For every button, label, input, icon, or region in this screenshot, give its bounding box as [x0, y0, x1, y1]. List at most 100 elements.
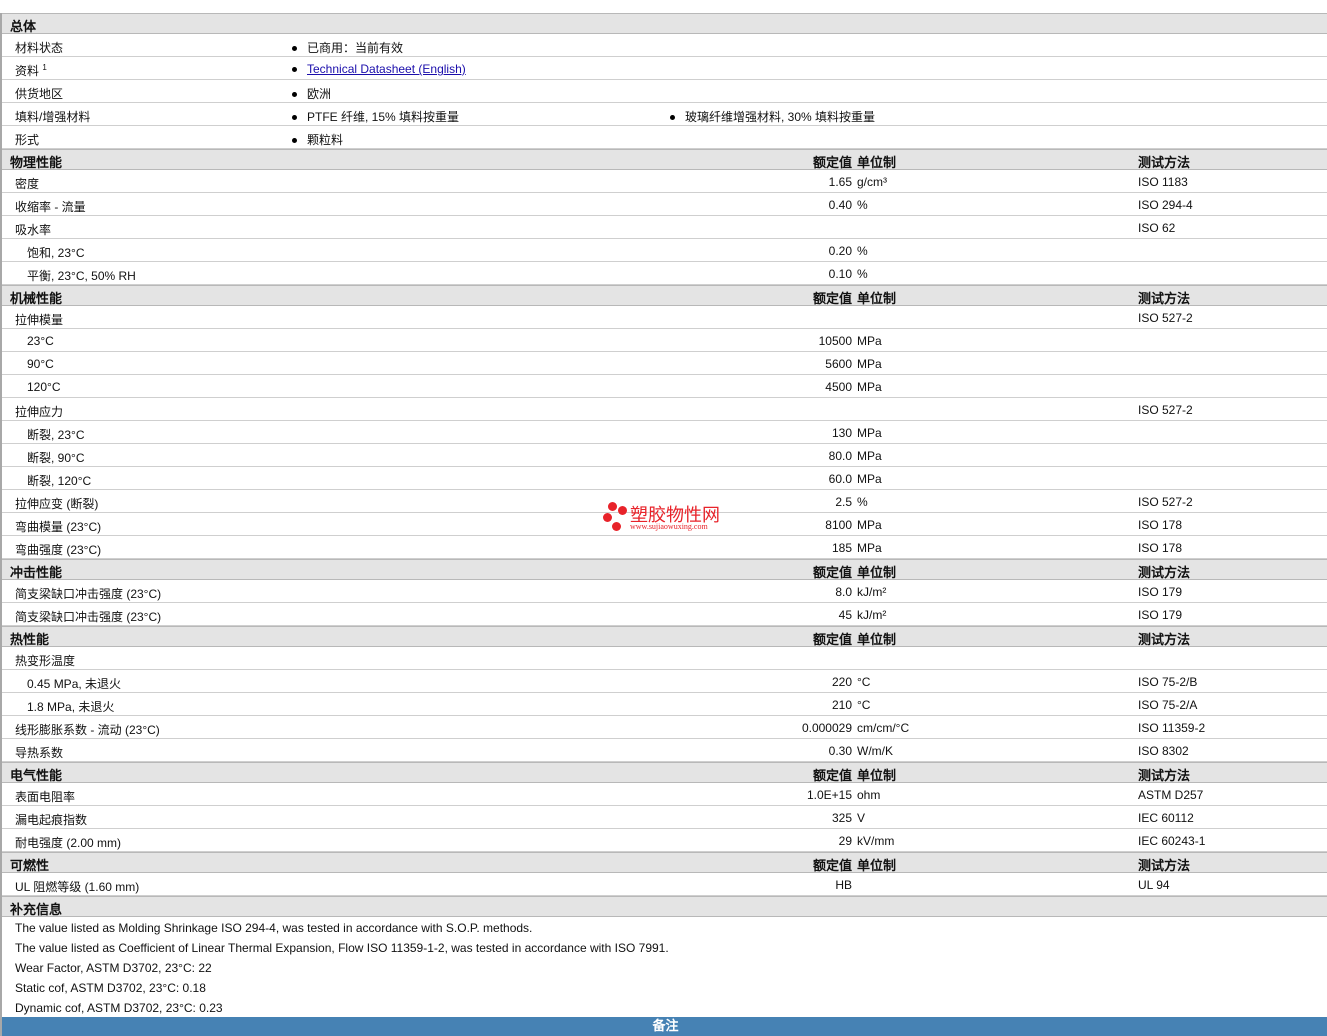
property-unit: MPa	[857, 449, 882, 463]
property-row: 弯曲强度 (23°C) 185 MPa ISO 178	[2, 536, 1327, 559]
method-column-header: 测试方法	[1138, 155, 1191, 170]
property-unit: MPa	[857, 472, 882, 486]
property-label: 断裂, 120°C	[27, 474, 92, 488]
section-header-supplement: 补充信息	[2, 896, 1327, 917]
bullet-item: 颗粒料	[292, 131, 343, 148]
property-value: 2.5	[835, 495, 852, 509]
property-row: 120°C 4500 MPa	[2, 375, 1327, 398]
property-row: 线形膨胀系数 - 流动 (23°C) 0.000029 cm/cm/°C ISO 11…	[2, 716, 1327, 739]
property-label: 断裂, 23°C	[27, 428, 85, 442]
property-label: 耐电强度 (2.00 mm)	[15, 836, 122, 850]
property-row: 拉伸模量 ISO 527-2	[2, 306, 1327, 329]
property-value: 8100	[825, 518, 852, 532]
row-label: 形式	[15, 131, 39, 148]
logo-dot	[612, 522, 621, 531]
value-column-header: 额定值	[812, 768, 852, 783]
general-row: 材料状态 已商用：当前有效	[2, 34, 1327, 57]
property-label: 0.45 MPa, 未退火	[27, 677, 122, 691]
property-unit: MPa	[857, 380, 882, 394]
section-title: 可燃性	[10, 858, 50, 873]
row-label-text: 材料状态	[15, 41, 64, 55]
property-label: 23°C	[27, 334, 54, 348]
property-row: 1.8 MPa, 未退火 210 °C ISO 75-2/A	[2, 693, 1327, 716]
property-label: 简支梁缺口冲击强度 (23°C)	[15, 610, 162, 624]
test-method: ISO 1183	[1138, 175, 1188, 189]
property-label: 饱和, 23°C	[27, 246, 85, 260]
property-unit: MPa	[857, 541, 882, 555]
property-label: 90°C	[27, 357, 54, 371]
property-label: 拉伸应变 (断裂)	[15, 497, 99, 511]
test-method: ISO 75-2/B	[1138, 675, 1198, 689]
datasheet-link[interactable]: Technical Datasheet (English)	[307, 62, 466, 76]
property-unit: kJ/m²	[857, 585, 887, 599]
property-label: 漏电起痕指数	[15, 813, 88, 827]
property-value: 325	[831, 811, 852, 825]
method-column-header: 测试方法	[1138, 565, 1191, 580]
method-column-header: 测试方法	[1138, 768, 1191, 783]
note-text: Dynamic cof, ASTM D3702, 23°C: 0.23	[15, 1001, 223, 1015]
property-unit: %	[857, 198, 868, 212]
property-row: 断裂, 90°C 80.0 MPa	[2, 444, 1327, 467]
section-header: 物理性能 额定值 单位制 测试方法	[2, 149, 1327, 170]
property-row: 热变形温度	[2, 647, 1327, 670]
footnote-marker: 1	[42, 63, 47, 72]
bullet-text: 欧洲	[307, 87, 332, 101]
unit-column-header: 单位制	[857, 858, 897, 873]
property-row: UL 阻燃等级 (1.60 mm) HB UL 94	[2, 873, 1327, 896]
section-title: 补充信息	[10, 902, 63, 917]
property-unit: ohm	[857, 788, 881, 802]
property-value: 220	[831, 675, 852, 689]
bullet-icon	[292, 67, 297, 73]
method-column-header: 测试方法	[1138, 858, 1191, 873]
property-row: 吸水率 ISO 62	[2, 216, 1327, 239]
bullet-item: 欧洲	[292, 85, 331, 102]
test-method: ISO 178	[1138, 541, 1183, 555]
test-method: ISO 178	[1138, 518, 1183, 532]
test-method: IEC 60243-1	[1138, 834, 1206, 848]
property-row: 23°C 10500 MPa	[2, 329, 1327, 352]
property-row: 断裂, 120°C 60.0 MPa	[2, 467, 1327, 490]
bullet-item: 已商用：当前有效	[292, 39, 403, 56]
section-title: 机械性能	[10, 291, 63, 306]
property-value: 10500	[818, 334, 852, 348]
section-header-general: 总体	[2, 13, 1327, 34]
property-unit: MPa	[857, 426, 882, 440]
property-label: 吸水率	[15, 223, 52, 237]
property-unit: W/m/K	[857, 744, 893, 758]
test-method: ISO 11359-2	[1138, 721, 1206, 735]
general-row: 形式 颗粒料	[2, 126, 1327, 149]
row-label-text: 填料/增强材料	[15, 110, 91, 124]
section-header: 电气性能 额定值 单位制 测试方法	[2, 762, 1327, 783]
property-label: 线形膨胀系数 - 流动 (23°C)	[15, 723, 160, 737]
method-column-header: 测试方法	[1138, 632, 1191, 647]
test-method: ISO 527-2	[1138, 495, 1193, 509]
section-title: 电气性能	[10, 768, 63, 783]
property-value: 210	[831, 698, 852, 712]
property-row: 断裂, 23°C 130 MPa	[2, 421, 1327, 444]
property-unit: %	[857, 244, 868, 258]
property-value: 5600	[825, 357, 852, 371]
bullet-icon	[292, 115, 297, 121]
property-label: 平衡, 23°C, 50% RH	[27, 269, 136, 283]
bullet-text: 颗粒料	[307, 133, 344, 147]
property-value: 4500	[825, 380, 852, 394]
property-label: 导热系数	[15, 746, 64, 760]
value-column-header: 额定值	[812, 155, 852, 170]
property-row: 饱和, 23°C 0.20%	[2, 239, 1327, 262]
test-method: ISO 62	[1138, 221, 1176, 235]
property-value: 0.10	[828, 267, 852, 281]
property-label: 热变形温度	[15, 654, 76, 668]
property-unit: V	[857, 811, 866, 825]
property-value: 0.000029	[801, 721, 852, 735]
bullet-text: PTFE 纤维, 15% 填料按重量	[307, 110, 460, 124]
section-title: 总体	[10, 19, 37, 34]
notes-bar[interactable]: 备注	[2, 1017, 1327, 1036]
unit-column-header: 单位制	[857, 155, 897, 170]
test-method: ISO 294-4	[1138, 198, 1193, 212]
supplement-note: Dynamic cof, ASTM D3702, 23°C: 0.23	[2, 997, 1327, 1017]
test-method: ISO 179	[1138, 585, 1183, 599]
property-value: 45	[838, 608, 852, 622]
test-method: ISO 527-2	[1138, 311, 1193, 325]
section-title: 物理性能	[10, 155, 63, 170]
property-value: 60.0	[828, 472, 852, 486]
